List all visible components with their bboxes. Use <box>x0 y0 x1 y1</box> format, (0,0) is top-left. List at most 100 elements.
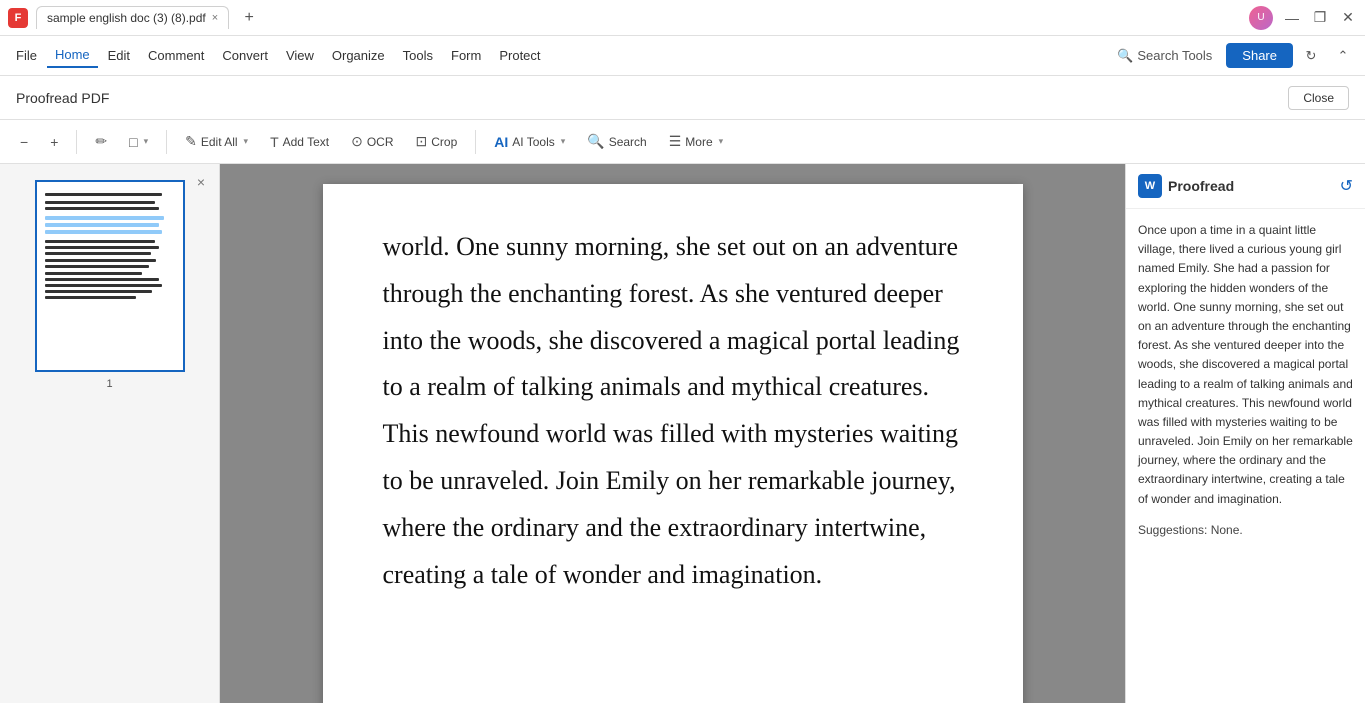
separator-3 <box>475 130 476 154</box>
close-proofread-button[interactable]: Close <box>1288 86 1349 110</box>
ai-tools-button[interactable]: AI AI Tools <box>486 130 573 154</box>
thumb-line-6 <box>45 252 152 255</box>
crop-button[interactable]: ⊡ Crop <box>408 129 466 154</box>
new-tab-button[interactable]: + <box>237 6 261 30</box>
select-icon: □ <box>129 134 137 150</box>
menu-edit[interactable]: Edit <box>100 44 138 67</box>
page-number: 1 <box>106 378 112 390</box>
title-bar-left: F sample english doc (3) (8).pdf × + <box>8 6 261 30</box>
thumb-highlight-1 <box>45 216 165 220</box>
crop-icon: ⊡ <box>416 133 428 150</box>
menu-file[interactable]: File <box>8 44 45 67</box>
zoom-out-icon: − <box>20 134 28 150</box>
close-window-button[interactable]: ✕ <box>1339 9 1357 27</box>
search-tools-label: Search Tools <box>1137 48 1212 63</box>
proofread-icon: W <box>1138 174 1162 198</box>
thumb-line-12 <box>45 290 153 293</box>
ocr-label: OCR <box>367 135 394 149</box>
menu-home[interactable]: Home <box>47 43 98 68</box>
proofread-content-area: Once upon a time in a quaint little vill… <box>1126 209 1365 703</box>
minimize-button[interactable]: — <box>1283 9 1301 27</box>
title-bar-right: U — ❐ ✕ <box>1249 6 1357 30</box>
pdf-viewer[interactable]: world. One sunny morning, she set out on… <box>220 164 1125 703</box>
menu-group: File Home Edit Comment Convert View Orga… <box>8 43 549 68</box>
menu-convert[interactable]: Convert <box>214 44 276 67</box>
edit-all-icon: ✎ <box>185 133 197 150</box>
menu-view[interactable]: View <box>278 44 322 67</box>
proofread-refresh-icon[interactable]: ↺ <box>1340 176 1353 196</box>
main-content: × <box>0 164 1365 703</box>
expand-button[interactable]: ⌃ <box>1329 42 1357 70</box>
proofread-side-panel: W Proofread ↺ Once upon a time in a quai… <box>1125 164 1365 703</box>
thumb-line-2 <box>45 201 156 204</box>
sync-button[interactable]: ↻ <box>1297 42 1325 70</box>
separator-2 <box>166 130 167 154</box>
ai-tools-icon: AI <box>494 134 508 150</box>
separator-1 <box>76 130 77 154</box>
search-tools-button[interactable]: 🔍 Search Tools <box>1107 44 1222 68</box>
tab-close-icon[interactable]: × <box>212 12 218 24</box>
select-button[interactable]: □ <box>121 130 156 154</box>
highlight-button[interactable]: ✏ <box>87 129 115 154</box>
menu-comment[interactable]: Comment <box>140 44 212 67</box>
zoom-in-button[interactable]: + <box>42 130 66 154</box>
search-tools-icon: 🔍 <box>1117 48 1133 64</box>
zoom-in-icon: + <box>50 134 58 150</box>
share-button[interactable]: Share <box>1226 43 1293 68</box>
restore-button[interactable]: ❐ <box>1311 9 1329 27</box>
zoom-out-button[interactable]: − <box>12 130 36 154</box>
crop-label: Crop <box>431 135 457 149</box>
search-label: Search <box>609 135 647 149</box>
add-text-label: Add Text <box>283 135 329 149</box>
proofread-text: Once upon a time in a quaint little vill… <box>1138 223 1353 506</box>
ai-tools-label: AI Tools <box>512 135 554 149</box>
ocr-button[interactable]: ⊙ OCR <box>343 129 401 154</box>
app-icon: F <box>8 8 28 28</box>
thumb-line-3 <box>45 207 159 210</box>
edit-all-button[interactable]: ✎ Edit All <box>177 129 256 154</box>
thumb-line-10 <box>45 278 159 281</box>
title-bar: F sample english doc (3) (8).pdf × + U —… <box>0 0 1365 36</box>
proofread-panel-header: W Proofread ↺ <box>1126 164 1365 209</box>
pdf-page: world. One sunny morning, she set out on… <box>323 184 1023 703</box>
page-thumbnail[interactable] <box>35 180 185 372</box>
panel-close-icon[interactable]: × <box>191 172 211 192</box>
edit-all-label: Edit All <box>201 135 238 149</box>
tab-title: sample english doc (3) (8).pdf <box>47 11 206 25</box>
thumb-highlight-3 <box>45 230 162 234</box>
toolbar: − + ✏ □ ✎ Edit All T Add Text ⊙ OCR ⊡ Cr… <box>0 120 1365 164</box>
active-tab[interactable]: sample english doc (3) (8).pdf × <box>36 6 229 29</box>
pdf-text-content: world. One sunny morning, she set out on… <box>383 224 963 598</box>
menu-protect[interactable]: Protect <box>491 44 548 67</box>
thumbnail-lines <box>41 186 179 306</box>
ocr-icon: ⊙ <box>351 133 363 150</box>
menu-tools[interactable]: Tools <box>395 44 441 67</box>
highlight-icon: ✏ <box>95 133 107 150</box>
proofread-header: Proofread PDF Close <box>0 76 1365 120</box>
proofread-panel-icon-group: W Proofread <box>1138 174 1234 198</box>
thumb-line-8 <box>45 265 149 268</box>
search-button[interactable]: 🔍 Search <box>579 129 654 154</box>
proofread-header-title: Proofread PDF <box>16 90 109 106</box>
user-avatar[interactable]: U <box>1249 6 1273 30</box>
search-icon: 🔍 <box>587 133 604 150</box>
thumb-line-7 <box>45 259 157 262</box>
menu-bar: File Home Edit Comment Convert View Orga… <box>0 36 1365 76</box>
thumb-line-5 <box>45 246 159 249</box>
menu-organize[interactable]: Organize <box>324 44 393 67</box>
menu-form[interactable]: Form <box>443 44 489 67</box>
more-button[interactable]: ☰ More <box>661 129 731 154</box>
thumb-line-13 <box>45 296 136 299</box>
thumbnail-panel: × <box>0 164 220 703</box>
thumb-line-1 <box>45 193 162 196</box>
more-icon: ☰ <box>669 133 682 150</box>
thumb-line-11 <box>45 284 162 287</box>
thumb-line-4 <box>45 240 156 243</box>
add-text-icon: T <box>270 134 279 150</box>
proofread-panel-title: Proofread <box>1168 178 1234 194</box>
thumb-highlight-2 <box>45 223 159 227</box>
more-label: More <box>685 135 712 149</box>
add-text-button[interactable]: T Add Text <box>262 130 337 154</box>
proofread-suggestions: Suggestions: None. <box>1138 521 1353 540</box>
thumbnail-image <box>41 186 179 366</box>
